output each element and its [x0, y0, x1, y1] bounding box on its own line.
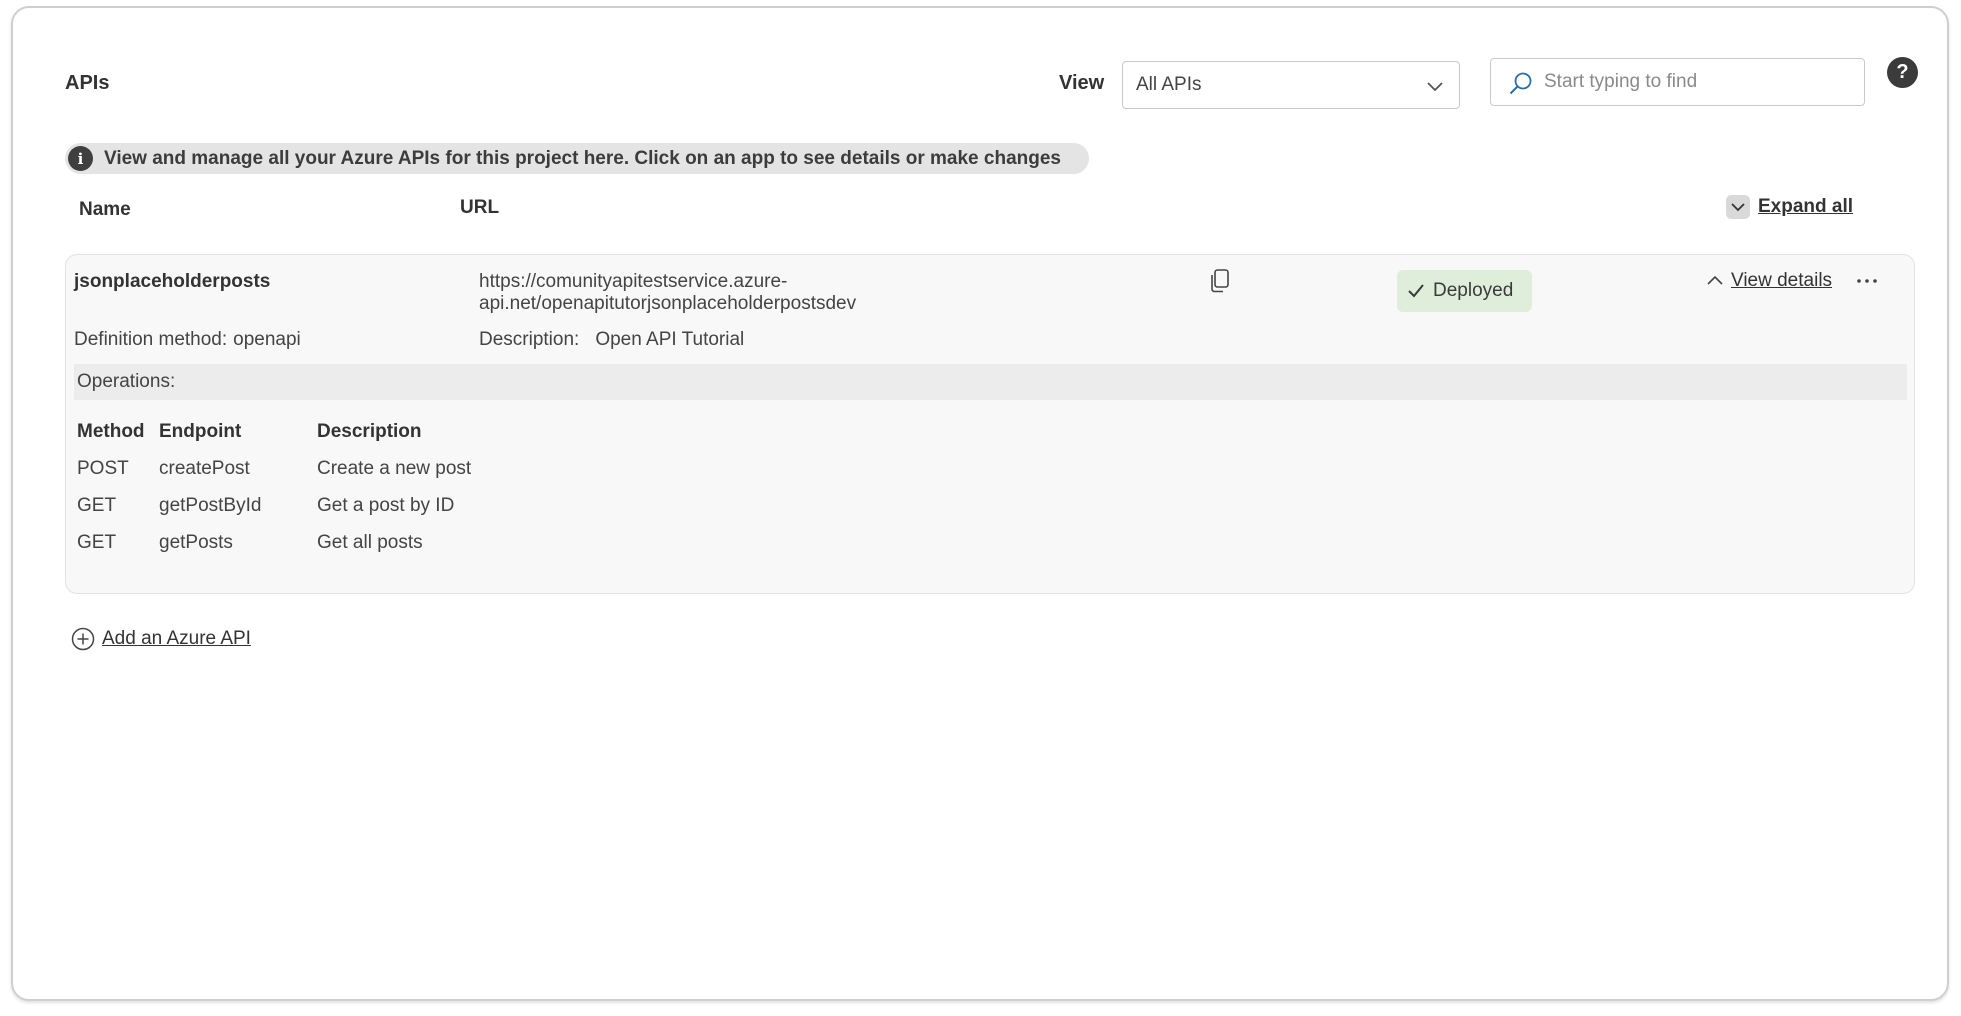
definition-method-value: openapi [233, 329, 301, 350]
chevron-down-icon [1726, 195, 1750, 219]
info-banner: i View and manage all your Azure APIs fo… [65, 143, 1089, 174]
info-icon: i [68, 146, 93, 171]
table-row: POST createPost Create a new post [77, 450, 471, 487]
operations-col-description: Description [317, 420, 422, 442]
operation-description: Create a new post [317, 457, 472, 479]
description-label: Description: [479, 329, 580, 350]
plus-circle-icon [71, 627, 95, 651]
api-name: jsonplaceholderposts [74, 271, 271, 292]
column-header-url: URL [460, 197, 500, 218]
status-badge: Deployed [1397, 270, 1532, 312]
operation-method: POST [77, 457, 129, 479]
expand-all-button[interactable]: Expand all [1726, 195, 1853, 219]
view-details-link[interactable]: View details [1706, 270, 1832, 292]
table-row: GET getPosts Get all posts [77, 524, 471, 561]
search-icon [1509, 72, 1532, 95]
apis-panel: APIs View All APIs ? i View and manage a… [11, 6, 1949, 1001]
operations-table: Method Endpoint Description POST createP… [77, 413, 471, 561]
chevron-down-icon [1427, 82, 1443, 92]
expand-all-label: Expand all [1758, 196, 1854, 217]
operation-description: Get all posts [317, 531, 423, 553]
chevron-up-icon [1707, 275, 1723, 285]
operation-endpoint: getPosts [159, 531, 233, 553]
search-input[interactable] [1544, 59, 1854, 104]
operation-endpoint: getPostById [159, 494, 262, 516]
help-icon[interactable]: ? [1887, 57, 1918, 88]
check-icon [1408, 284, 1424, 298]
add-azure-api-label: Add an Azure API [102, 628, 251, 649]
operations-col-method: Method [77, 420, 145, 442]
view-select[interactable]: All APIs [1122, 61, 1460, 109]
api-url-line-2: api.net/openapitutorjsonplaceholderposts… [479, 293, 857, 314]
info-banner-text: View and manage all your Azure APIs for … [104, 147, 1061, 169]
more-options-icon[interactable] [1855, 272, 1879, 290]
operations-col-endpoint: Endpoint [159, 420, 242, 442]
status-text: Deployed [1433, 280, 1514, 301]
add-azure-api-button[interactable]: Add an Azure API [71, 627, 251, 651]
view-select-value: All APIs [1136, 74, 1202, 95]
view-details-label: View details [1731, 270, 1833, 291]
api-description: Description: Open API Tutorial [479, 329, 744, 351]
search-box[interactable] [1490, 58, 1865, 106]
column-header-name: Name [79, 199, 131, 220]
operation-endpoint: createPost [159, 457, 250, 479]
operation-description: Get a post by ID [317, 494, 455, 516]
api-url: https://comunityapitestservice.azure- ap… [479, 271, 856, 315]
operations-label: Operations: [77, 371, 176, 392]
operations-table-header-row: Method Endpoint Description [77, 413, 471, 450]
api-card[interactable]: jsonplaceholderposts https://comunityapi… [65, 254, 1915, 594]
description-value: Open API Tutorial [595, 329, 745, 350]
definition-method-label: Definition method: [74, 329, 228, 350]
api-url-line-1: https://comunityapitestservice.azure- [479, 271, 788, 292]
page-title: APIs [65, 72, 110, 94]
operation-method: GET [77, 494, 117, 516]
operation-method: GET [77, 531, 117, 553]
view-label: View [1059, 72, 1105, 94]
table-row: GET getPostById Get a post by ID [77, 487, 471, 524]
definition-method: Definition method: openapi [74, 329, 301, 351]
operations-header: Operations: [74, 364, 1907, 400]
copy-icon[interactable] [1208, 268, 1232, 294]
